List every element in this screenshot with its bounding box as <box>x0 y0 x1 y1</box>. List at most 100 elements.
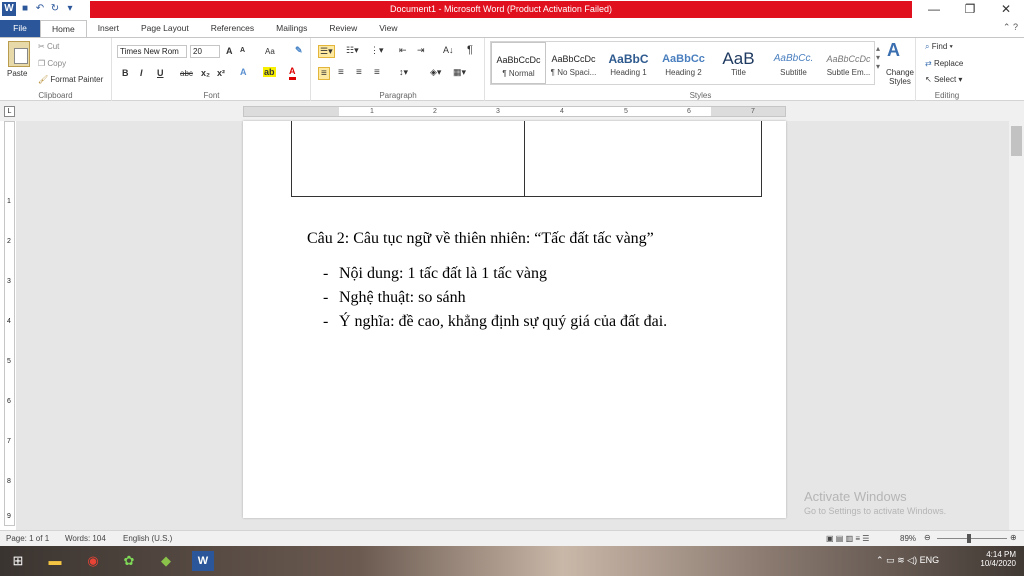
justify-icon[interactable]: ≡ <box>374 67 380 78</box>
vertical-scrollbar[interactable] <box>1009 106 1024 530</box>
chevron-up-icon[interactable]: ⌃ <box>876 555 884 565</box>
zoom-slider-knob[interactable] <box>967 534 971 543</box>
align-right-icon[interactable]: ≡ <box>356 67 362 78</box>
tab-home[interactable]: Home <box>40 20 87 38</box>
underline-button[interactable]: U <box>157 68 164 78</box>
battery-icon[interactable]: ▭ <box>886 555 895 565</box>
text-effects-icon[interactable]: A <box>240 67 247 77</box>
style-subtle-emphasis[interactable]: AaBbCcDc Subtle Em... <box>821 42 876 84</box>
tab-selector-icon[interactable]: L <box>4 106 15 117</box>
table-column-divider <box>524 121 525 196</box>
format-painter-button[interactable]: 🖌 Format Painter <box>38 75 103 84</box>
quick-access-toolbar: W ■ ↶ ↻ ▾ <box>2 2 76 16</box>
align-center-icon[interactable]: ≡ <box>338 67 344 78</box>
align-left-icon[interactable]: ≡ <box>318 67 330 80</box>
style-normal[interactable]: AaBbCcDc ¶ Normal <box>491 42 546 84</box>
list-item[interactable]: Nghệ thuật: so sánh <box>323 286 667 310</box>
zoom-level[interactable]: 89% <box>900 534 916 543</box>
style-no-spacing[interactable]: AaBbCcDc ¶ No Spaci... <box>546 42 601 84</box>
styles-scroll-icon[interactable]: ▴ ▾ ▾ <box>876 44 880 71</box>
clock[interactable]: 4:14 PM 10/4/2020 <box>980 550 1016 568</box>
sort-icon[interactable]: A↓ <box>443 45 454 55</box>
style-title[interactable]: AaB Title <box>711 42 766 84</box>
scrollbar-thumb[interactable] <box>1011 126 1022 156</box>
bluestacks-icon[interactable]: ◆ <box>155 551 177 571</box>
tab-review[interactable]: Review <box>318 20 368 38</box>
paste-icon[interactable] <box>8 41 30 67</box>
tab-references[interactable]: References <box>200 20 265 38</box>
tab-mailings[interactable]: Mailings <box>265 20 318 38</box>
language-indicator[interactable]: English (U.S.) <box>123 534 172 543</box>
zoom-slider[interactable] <box>937 534 1007 543</box>
increase-indent-icon[interactable]: ⇥ <box>417 45 425 56</box>
tab-page-layout[interactable]: Page Layout <box>130 20 200 38</box>
tab-file[interactable]: File <box>0 20 40 38</box>
vertical-ruler[interactable]: 1 2 3 4 5 6 7 8 9 <box>4 121 15 526</box>
multilevel-list-icon[interactable]: ⋮▾ <box>370 45 384 56</box>
list-item[interactable]: Ý nghĩa: đề cao, khẳng định sự quý giá c… <box>323 310 667 334</box>
replace-button[interactable]: ⇄ Replace <box>925 59 963 68</box>
grow-font-button[interactable]: A <box>226 46 233 56</box>
undo-icon[interactable]: ↶ <box>34 3 46 15</box>
highlight-icon[interactable]: ab <box>263 67 276 77</box>
italic-button[interactable]: I <box>140 68 143 78</box>
word-count[interactable]: Words: 104 <box>65 534 106 543</box>
change-styles-button[interactable]: Change Styles <box>884 68 916 86</box>
select-button[interactable]: ↖ Select ▾ <box>925 75 962 84</box>
vruler-tick: 4 <box>7 318 11 325</box>
redo-icon[interactable]: ↻ <box>49 3 61 15</box>
cut-button[interactable]: ✂ Cut <box>38 42 59 51</box>
line-spacing-icon[interactable]: ↕▾ <box>399 67 408 78</box>
superscript-icon[interactable]: x² <box>217 68 225 78</box>
app-icon[interactable]: ✿ <box>118 551 140 571</box>
file-explorer-icon[interactable]: ▬ <box>44 551 66 571</box>
change-case-button[interactable]: Aa <box>265 47 275 56</box>
shrink-font-button[interactable]: A <box>240 47 245 54</box>
bullets-icon[interactable]: ☰▾ <box>318 45 335 58</box>
shading-icon[interactable]: ◈▾ <box>430 67 441 78</box>
style-heading-2[interactable]: AaBbCc Heading 2 <box>656 42 711 84</box>
numbering-icon[interactable]: ☷▾ <box>346 45 359 56</box>
wifi-icon[interactable]: ≋ <box>897 555 905 565</box>
customize-qat-icon[interactable]: ▾ <box>64 3 76 15</box>
word-taskbar-icon[interactable]: W <box>192 551 214 571</box>
borders-icon[interactable]: ▦▾ <box>453 67 466 78</box>
save-icon[interactable]: ■ <box>19 3 31 15</box>
chrome-icon[interactable]: ◉ <box>82 551 104 571</box>
subscript-icon[interactable]: x₂ <box>201 68 210 78</box>
show-formatting-icon[interactable]: ¶ <box>467 44 473 56</box>
tab-insert[interactable]: Insert <box>87 20 130 38</box>
view-buttons-icon[interactable]: ▣ ▤ ▥ ≡ ☰ <box>826 534 869 543</box>
paste-button[interactable]: Paste <box>7 69 27 78</box>
copy-button[interactable]: ❐ Copy <box>38 59 66 68</box>
document-table[interactable] <box>291 121 762 197</box>
bold-button[interactable]: B <box>122 68 129 78</box>
clear-formatting-icon[interactable]: ✎ <box>295 45 303 56</box>
find-button[interactable]: ⌕ Find ▾ <box>925 42 953 52</box>
font-name-combo[interactable]: Times New Rom <box>117 45 187 58</box>
font-color-icon[interactable]: A <box>289 66 296 80</box>
tab-view[interactable]: View <box>368 20 408 38</box>
strikethrough-button[interactable]: abc <box>180 69 193 78</box>
start-icon[interactable]: ⊞ <box>7 551 29 571</box>
minimize-ribbon-icon[interactable]: ⌃ <box>1003 22 1011 32</box>
document-heading[interactable]: Câu 2: Câu tục ngữ về thiên nhiên: “Tấc … <box>307 230 654 248</box>
horizontal-ruler[interactable]: 1 2 3 4 5 6 7 <box>243 106 786 117</box>
style-subtitle[interactable]: AaBbCc. Subtitle <box>766 42 821 84</box>
page-count[interactable]: Page: 1 of 1 <box>6 534 49 543</box>
font-size-combo[interactable]: 20 <box>190 45 220 58</box>
help-icon[interactable]: ? <box>1013 22 1018 32</box>
minimize-button[interactable]: — <box>916 0 952 19</box>
style-heading-1[interactable]: AaBbC Heading 1 <box>601 42 656 84</box>
list-item[interactable]: Nội dung: 1 tấc đất là 1 tấc vàng <box>323 262 667 286</box>
close-button[interactable]: ✕ <box>988 0 1024 19</box>
language-indicator-taskbar[interactable]: ENG <box>920 555 940 565</box>
word-logo-icon[interactable]: W <box>2 2 16 16</box>
restore-button[interactable]: ❐ <box>952 0 988 19</box>
volume-icon[interactable]: ◁) <box>907 555 917 565</box>
document-page[interactable]: Câu 2: Câu tục ngữ về thiên nhiên: “Tấc … <box>243 121 786 518</box>
zoom-in-icon[interactable]: ⊕ <box>1010 533 1017 542</box>
zoom-out-icon[interactable]: ⊖ <box>924 533 931 542</box>
change-styles-icon[interactable]: A <box>887 40 900 61</box>
decrease-indent-icon[interactable]: ⇤ <box>399 45 407 56</box>
